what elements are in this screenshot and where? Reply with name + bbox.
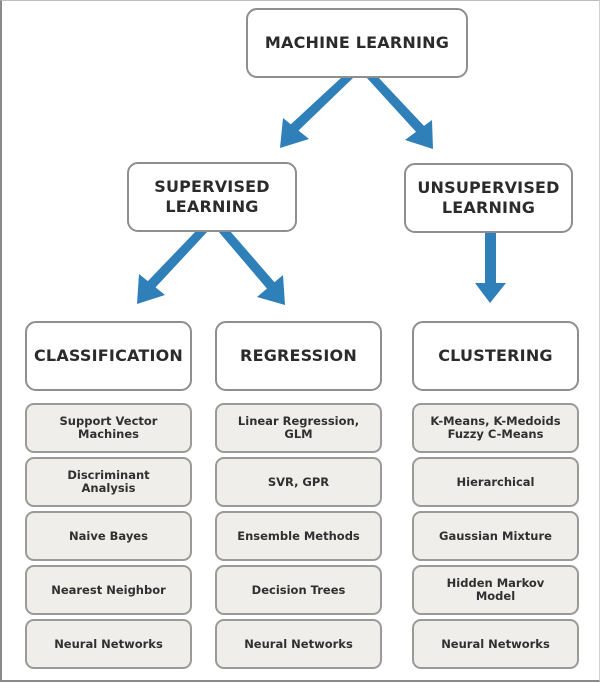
- item-label: Discriminant Analysis: [67, 468, 150, 495]
- classification-item: Naive Bayes: [25, 511, 192, 561]
- branch-node-supervised: SUPERVISED LEARNING: [127, 162, 297, 232]
- clustering-item: Neural Networks: [412, 619, 579, 669]
- item-label: SVR, GPR: [267, 474, 330, 489]
- item-label: Ensemble Methods: [237, 528, 360, 543]
- branch-label: UNSUPERVISED LEARNING: [417, 178, 560, 217]
- item-label: Hidden Markov Model: [446, 576, 545, 603]
- arrow-root-to-supervised: [280, 77, 354, 148]
- classification-item: Support Vector Machines: [25, 403, 192, 453]
- category-label: CLASSIFICATION: [33, 346, 184, 365]
- branch-label: SUPERVISED LEARNING: [154, 177, 270, 216]
- regression-item: Decision Trees: [215, 565, 382, 615]
- item-label: Decision Trees: [251, 582, 346, 597]
- item-label: Neural Networks: [54, 636, 163, 651]
- category-label: CLUSTERING: [438, 346, 553, 365]
- regression-item: Linear Regression, GLM: [215, 403, 382, 453]
- classification-item: Nearest Neighbor: [25, 565, 192, 615]
- clustering-item: Hierarchical: [412, 457, 579, 507]
- clustering-item: Hidden Markov Model: [412, 565, 579, 615]
- item-label: Support Vector Machines: [59, 414, 158, 441]
- item-label: Gaussian Mixture: [439, 528, 552, 543]
- clustering-item: Gaussian Mixture: [412, 511, 579, 561]
- clustering-item: K-Means, K-Medoids Fuzzy C-Means: [412, 403, 579, 453]
- item-label: Neural Networks: [244, 636, 353, 651]
- category-node-classification: CLASSIFICATION: [25, 321, 192, 391]
- branch-node-unsupervised: UNSUPERVISED LEARNING: [404, 163, 573, 233]
- category-node-clustering: CLUSTERING: [412, 321, 579, 391]
- category-label: REGRESSION: [240, 346, 357, 365]
- item-label: Nearest Neighbor: [51, 582, 166, 597]
- category-node-regression: REGRESSION: [215, 321, 382, 391]
- arrow-root-to-unsupervised: [366, 77, 433, 149]
- item-label: Hierarchical: [456, 474, 535, 489]
- root-label: MACHINE LEARNING: [264, 33, 450, 52]
- classification-item: Discriminant Analysis: [25, 457, 192, 507]
- root-node-machine-learning: MACHINE LEARNING: [246, 8, 468, 78]
- item-label: Linear Regression, GLM: [237, 414, 360, 441]
- item-label: K-Means, K-Medoids Fuzzy C-Means: [430, 414, 561, 441]
- regression-item: Neural Networks: [215, 619, 382, 669]
- regression-item: SVR, GPR: [215, 457, 382, 507]
- regression-item: Ensemble Methods: [215, 511, 382, 561]
- classification-item: Neural Networks: [25, 619, 192, 669]
- item-label: Neural Networks: [441, 636, 550, 651]
- arrow-unsupervised-to-clustering: [475, 232, 506, 303]
- arrow-supervised-to-classification: [137, 231, 208, 304]
- item-label: Naive Bayes: [69, 528, 148, 543]
- arrow-supervised-to-regression: [218, 231, 285, 305]
